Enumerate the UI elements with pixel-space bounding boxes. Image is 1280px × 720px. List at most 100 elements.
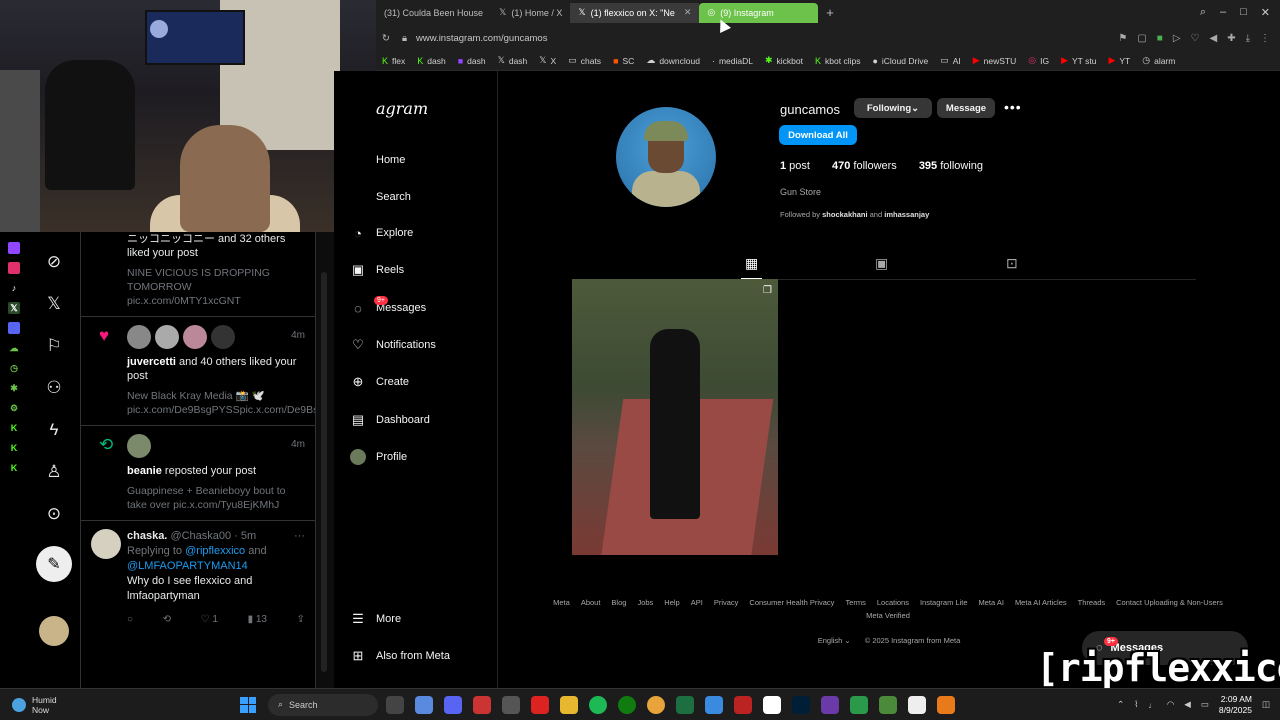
bookmark-kickbot[interactable]: ✱ kickbot bbox=[765, 55, 803, 66]
avatar[interactable] bbox=[39, 616, 69, 646]
chatgpt-icon[interactable] bbox=[502, 695, 520, 714]
communities-icon[interactable]: ⚇ bbox=[46, 378, 61, 398]
maximize-icon[interactable]: □ bbox=[1240, 6, 1247, 19]
app-icon[interactable] bbox=[850, 695, 868, 714]
message-button[interactable]: Message bbox=[937, 98, 995, 118]
bookmark-newstu[interactable]: ▶ newSTU bbox=[973, 55, 1017, 66]
footer-link[interactable]: Meta AI Articles bbox=[1015, 598, 1067, 607]
footer-link[interactable]: Privacy bbox=[714, 598, 739, 607]
x-icon[interactable]: 𝕏 bbox=[8, 302, 20, 314]
file-explorer-icon[interactable] bbox=[560, 695, 578, 714]
nav-messages[interactable]: ◌ 9+ Messages bbox=[350, 296, 426, 316]
scrollbar[interactable] bbox=[316, 232, 334, 688]
list-item[interactable]: ⟲ 4m beanie reposted your post Guappines… bbox=[81, 426, 315, 521]
menu-icon[interactable]: ⋮ bbox=[1260, 33, 1270, 44]
plugin-icon[interactable]: ✱ bbox=[8, 382, 20, 394]
start-button[interactable] bbox=[240, 696, 256, 713]
nav-reels[interactable]: ▣ Reels bbox=[350, 262, 404, 278]
discord-icon[interactable] bbox=[8, 322, 20, 334]
reload-icon[interactable]: ↻ bbox=[382, 33, 390, 44]
compose-button[interactable]: ✎ bbox=[36, 546, 72, 582]
followers-count[interactable]: 470 followers bbox=[832, 160, 897, 172]
bookmark-ig[interactable]: ◎ IG bbox=[1028, 55, 1049, 66]
extension-icon[interactable]: ✚ bbox=[1227, 33, 1235, 44]
download-all-button[interactable]: Download All bbox=[779, 125, 857, 145]
chrome-icon[interactable] bbox=[647, 695, 665, 714]
footer-link[interactable]: Meta AI bbox=[979, 598, 1004, 607]
reply-icon[interactable]: ○ bbox=[127, 612, 133, 627]
nav-profile[interactable]: Profile bbox=[350, 449, 407, 465]
profile-icon[interactable]: ♙ bbox=[46, 462, 61, 482]
tab-x-home[interactable]: 𝕏 (1) Home / X bbox=[491, 3, 570, 23]
minimize-icon[interactable]: – bbox=[1220, 6, 1226, 19]
bookmark-downcloud[interactable]: ☁ downcloud bbox=[646, 55, 700, 66]
profile-picture[interactable] bbox=[616, 107, 716, 207]
more-icon[interactable]: ⊙ bbox=[47, 504, 61, 524]
footer-link[interactable]: Consumer Health Privacy bbox=[749, 598, 834, 607]
tab-youtube[interactable]: (31) Coulda Been House bbox=[376, 3, 491, 23]
user-name[interactable]: beanie bbox=[127, 465, 162, 477]
footer-link[interactable]: Locations bbox=[877, 598, 909, 607]
language-select[interactable]: English ⌄ bbox=[818, 636, 851, 645]
footer-link[interactable]: Meta Verified bbox=[866, 611, 910, 620]
list-item[interactable]: ♥ 4m juvercetti and 40 others liked your… bbox=[81, 317, 315, 426]
instagram-icon[interactable] bbox=[8, 262, 20, 274]
tab-posts-grid-icon[interactable]: ▦ bbox=[740, 255, 763, 279]
weather-widget[interactable]: Humid Now bbox=[0, 695, 240, 715]
user-name[interactable]: chaska. bbox=[127, 530, 167, 542]
bookmark-yt[interactable]: ▶ YT bbox=[1108, 55, 1130, 66]
heart-icon[interactable]: ♡ bbox=[1191, 33, 1200, 44]
mention-link[interactable]: @LMFAOPARTYMAN14 bbox=[127, 560, 248, 572]
scrollbar-thumb[interactable] bbox=[321, 272, 327, 672]
battery-icon[interactable]: ▭ bbox=[1201, 699, 1209, 710]
clock[interactable]: 2:09 AM 8/9/2025 bbox=[1219, 694, 1252, 716]
bookmark-dash-twitch[interactable]: ■ dash bbox=[458, 56, 486, 66]
url-input[interactable]: www.instagram.com/guncamos bbox=[416, 33, 1118, 44]
speaker-icon[interactable]: ◀ bbox=[1209, 33, 1217, 44]
close-icon[interactable]: ✕ bbox=[1261, 6, 1270, 19]
app-icon[interactable] bbox=[879, 695, 897, 714]
post-thumbnail[interactable]: ❐ bbox=[572, 279, 778, 555]
more-icon[interactable]: ··· bbox=[294, 529, 305, 544]
reply-post[interactable]: chaska. @Chaska00 · 5m ··· Replying to @… bbox=[81, 521, 315, 633]
new-tab-button[interactable]: + bbox=[818, 5, 842, 20]
kick-icon[interactable]: K bbox=[8, 462, 20, 474]
wifi-icon[interactable]: ◠ bbox=[1167, 699, 1174, 710]
lightning-icon[interactable]: ϟ bbox=[50, 420, 59, 440]
bookmark-chats[interactable]: ▭ chats bbox=[568, 55, 601, 66]
clock-icon[interactable]: ◷ bbox=[8, 362, 20, 374]
avatar[interactable] bbox=[127, 434, 151, 458]
play-icon[interactable]: ▷ bbox=[1173, 33, 1181, 44]
chevron-up-icon[interactable]: ⌃ bbox=[1117, 699, 1124, 710]
app-icon[interactable] bbox=[908, 695, 926, 714]
shield-icon[interactable]: ■ bbox=[1157, 33, 1163, 44]
bookmark-ai[interactable]: ▭ AI bbox=[940, 55, 961, 66]
mention-link[interactable]: @ripflexxico bbox=[185, 545, 245, 557]
avatar[interactable] bbox=[91, 529, 121, 559]
avatar[interactable] bbox=[155, 325, 179, 349]
followed-by[interactable]: Followed by shockakhani and imhassanjay bbox=[780, 210, 929, 219]
network-icon[interactable]: ⌇ bbox=[1134, 699, 1138, 710]
instagram-logo[interactable]: agram bbox=[376, 99, 428, 118]
settings-icon[interactable]: ⚙ bbox=[8, 402, 20, 414]
excel-icon[interactable] bbox=[676, 695, 694, 714]
microphone-icon[interactable]: ♩ bbox=[1148, 700, 1157, 710]
nav-home[interactable]: Home bbox=[350, 152, 405, 168]
x-logo-icon[interactable]: 𝕏 bbox=[47, 294, 61, 314]
kick-icon[interactable]: K bbox=[8, 442, 20, 454]
twitch-icon[interactable] bbox=[8, 242, 20, 254]
nav-also-from-meta[interactable]: ⊞ Also from Meta bbox=[350, 648, 450, 664]
close-icon[interactable]: ✕ bbox=[684, 7, 692, 18]
views-button[interactable]: ▮ 13 bbox=[248, 612, 267, 627]
notifications-icon[interactable]: ◫ bbox=[1262, 699, 1270, 710]
more-options-icon[interactable]: ••• bbox=[1004, 99, 1022, 115]
following-button[interactable]: Following ⌄ bbox=[854, 98, 932, 118]
photos-icon[interactable] bbox=[705, 695, 723, 714]
volume-icon[interactable]: ◀ bbox=[1184, 699, 1191, 710]
footer-link[interactable]: API bbox=[691, 598, 703, 607]
grok-icon[interactable]: ⊘ bbox=[47, 252, 61, 272]
photoshop-icon[interactable] bbox=[792, 695, 810, 714]
bookmark-icloud[interactable]: ● iCloud Drive bbox=[872, 56, 928, 66]
footer-link[interactable]: Jobs bbox=[637, 598, 653, 607]
footer-link[interactable]: Contact Uploading & Non-Users bbox=[1116, 598, 1223, 607]
